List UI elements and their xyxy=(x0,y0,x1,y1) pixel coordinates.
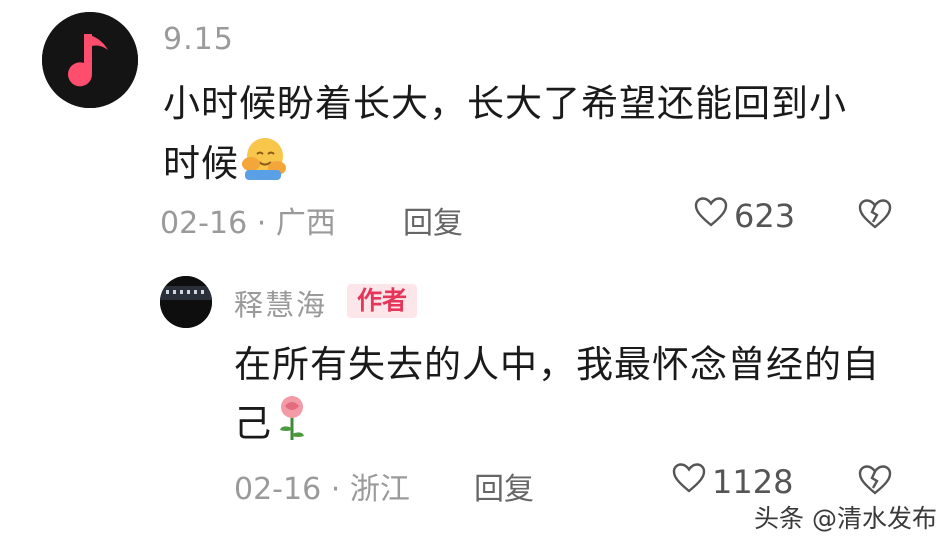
rose-emoji-icon xyxy=(272,394,312,459)
author-badge: 作者 xyxy=(347,284,418,318)
avatar[interactable] xyxy=(160,276,212,328)
dislike-button[interactable] xyxy=(858,198,892,234)
comment-text: 小时候盼着长大，长大了希望还能回到小时候 xyxy=(163,74,883,200)
broken-heart-icon xyxy=(858,199,892,234)
comment-location: 浙江 xyxy=(349,472,410,507)
meta-separator: · xyxy=(256,206,267,241)
dislike-button[interactable] xyxy=(858,464,892,500)
comment-date: 02-16 xyxy=(234,472,322,507)
like-button[interactable]: 623 xyxy=(694,196,795,236)
comment-location: 广西 xyxy=(275,206,336,241)
comment-text-content: 在所有失去的人中，我最怀念曾经的自己 xyxy=(234,343,880,445)
watermark: 头条 @清水发布 xyxy=(754,499,937,535)
comment-meta: 02-16 · 浙江 xyxy=(234,464,410,508)
comment-meta: 02-16 · 广西 xyxy=(160,198,336,242)
avatar-image xyxy=(160,276,212,328)
comment-username[interactable]: 释慧海 xyxy=(234,282,327,324)
meta-separator: · xyxy=(330,472,341,507)
broken-heart-icon xyxy=(858,465,892,500)
reply-button[interactable]: 回复 xyxy=(403,198,463,242)
like-button[interactable]: 1128 xyxy=(672,462,793,502)
reply-button[interactable]: 回复 xyxy=(474,464,534,508)
avatar[interactable] xyxy=(42,12,138,108)
heart-icon xyxy=(672,462,706,502)
comment-username[interactable]: 9.15 xyxy=(163,22,234,57)
like-count: 1128 xyxy=(712,463,794,501)
heart-icon xyxy=(694,196,728,236)
music-note-icon xyxy=(42,12,138,108)
comment-text: 在所有失去的人中，我最怀念曾经的自己 xyxy=(234,336,914,459)
hugging-face-emoji-icon xyxy=(239,134,287,200)
comment-date: 02-16 xyxy=(160,206,248,241)
like-count: 623 xyxy=(734,197,796,235)
